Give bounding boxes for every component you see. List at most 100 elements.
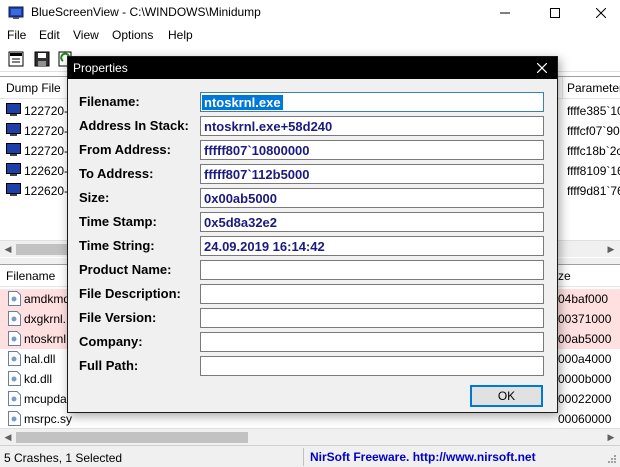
close-icon [537,63,547,73]
crash-dump-icon [6,143,21,156]
parameter-value: ffff8109`16 [567,164,620,178]
field-address-in-stack[interactable]: ntoskrnl.exe+58d240 [200,116,544,136]
column-separator [562,77,563,99]
label-from-address: From Address: [79,142,171,157]
maximize-button[interactable] [532,0,578,26]
file-icon [8,411,21,426]
driver-filename: mcupda [24,392,67,406]
value-to-address: fffff807`112b5000 [204,167,310,182]
label-address-in-stack: Address In Stack: [79,118,189,133]
menu-bar: File Edit View Options Help [0,26,620,46]
column-size[interactable]: ze [558,269,571,283]
scroll-left-icon[interactable]: ◀ [2,243,14,255]
label-full-path: Full Path: [79,358,139,373]
file-icon [8,371,21,386]
field-company[interactable] [200,332,544,352]
properties-dialog: Properties Filename: ntoskrnl.exe Addres… [67,56,558,413]
menu-file[interactable]: File [7,28,26,42]
driver-size: 00022000 [558,392,612,406]
dialog-title: Properties [73,61,128,75]
nirsoft-link[interactable]: NirSoft Freeware. http://www.nirsoft.net [310,450,536,464]
value-size: 0x00ab5000 [204,191,278,206]
status-bar: 5 Crashes, 1 Selected NirSoft Freeware. … [0,445,620,467]
value-time-string: 24.09.2019 16:14:42 [204,239,325,254]
close-button[interactable] [578,0,620,26]
menu-edit[interactable]: Edit [39,28,60,42]
title-bar: BlueScreenView - C:\WINDOWS\Minidump [0,0,620,26]
parameter-value: ffffe385`10 [567,104,620,118]
file-icon [8,331,21,346]
parameter-value: ffff9d81`76 [567,184,620,198]
field-product-name[interactable] [200,260,544,280]
field-full-path[interactable] [200,356,544,376]
driver-filename: amdkmd [24,292,71,306]
crash-dump-icon [6,183,21,196]
close-icon [596,8,606,18]
driver-filename: kd.dll [24,372,53,386]
driver-filename: msrpc.sy [24,412,72,426]
field-file-version[interactable] [200,308,544,328]
value-address-in-stack: ntoskrnl.exe+58d240 [204,119,333,134]
dialog-title-bar: Properties [68,57,557,79]
save-icon[interactable] [33,50,51,68]
label-to-address: To Address: [79,166,154,181]
label-file-description: File Description: [79,286,181,301]
label-product-name: Product Name: [79,262,172,277]
menu-options[interactable]: Options [112,28,153,42]
driver-size: 00371000 [558,312,612,326]
parameter-value: ffffcf07`90 [567,124,620,138]
file-icon [8,391,21,406]
field-file-description[interactable] [200,284,544,304]
scroll-left-icon[interactable]: ◀ [2,431,14,443]
maximize-icon [550,8,560,18]
minimize-button[interactable] [482,0,528,26]
file-icon [8,351,21,366]
value-from-address: fffff807`10800000 [204,143,310,158]
label-filename: Filename: [79,94,140,109]
label-company: Company: [79,334,143,349]
driver-list-hscrollbar[interactable]: ◀ ▶ [0,428,620,445]
field-size[interactable]: 0x00ab5000 [200,188,544,208]
label-time-stamp: Time Stamp: [79,214,157,229]
driver-filename: hal.dll [24,352,56,366]
minimize-icon [500,12,510,14]
column-filename[interactable]: Filename [6,269,55,283]
scroll-thumb[interactable] [16,432,248,443]
menu-view[interactable]: View [73,28,99,42]
driver-size: 04baf000 [558,292,609,306]
file-icon [8,311,21,326]
field-from-address[interactable]: fffff807`10800000 [200,140,544,160]
field-time-string[interactable]: 24.09.2019 16:14:42 [200,236,544,256]
value-filename: ntoskrnl.exe [202,95,283,110]
file-icon [8,291,21,306]
properties-icon[interactable] [7,50,25,68]
crash-dump-icon [6,123,21,136]
label-time-string: Time String: [79,238,155,253]
driver-filename: ntoskrnl. [24,332,70,346]
driver-size: 00ab5000 [558,332,612,346]
column-parameter[interactable]: Parameter [567,81,620,95]
field-time-stamp[interactable]: 0x5d8a32e2 [200,212,544,232]
dialog-close-button[interactable] [527,57,557,79]
label-size: Size: [79,190,110,205]
value-time-stamp: 0x5d8a32e2 [204,215,278,230]
ok-button[interactable]: OK [470,385,543,407]
label-file-version: File Version: [79,310,157,325]
driver-size: 00060000 [558,412,612,426]
field-to-address[interactable]: fffff807`112b5000 [200,164,544,184]
driver-size: 000a4000 [558,352,612,366]
app-icon [8,6,24,19]
scroll-right-icon[interactable]: ▶ [605,431,617,443]
window-title: BlueScreenView - C:\WINDOWS\Minidump [31,5,261,19]
driver-filename: dxgkrnl. [24,312,67,326]
crash-dump-icon [6,103,21,116]
crash-dump-icon [6,163,21,176]
field-filename[interactable]: ntoskrnl.exe [200,92,544,112]
resize-grip-icon[interactable] [607,454,617,464]
status-crash-count: 5 Crashes, 1 Selected [4,451,123,465]
parameter-value: ffffc18b`2c [567,144,620,158]
scroll-right-icon[interactable]: ▶ [605,243,617,255]
menu-help[interactable]: Help [168,28,193,42]
column-dump-file[interactable]: Dump File [6,81,61,95]
driver-size: 0000b000 [558,372,612,386]
